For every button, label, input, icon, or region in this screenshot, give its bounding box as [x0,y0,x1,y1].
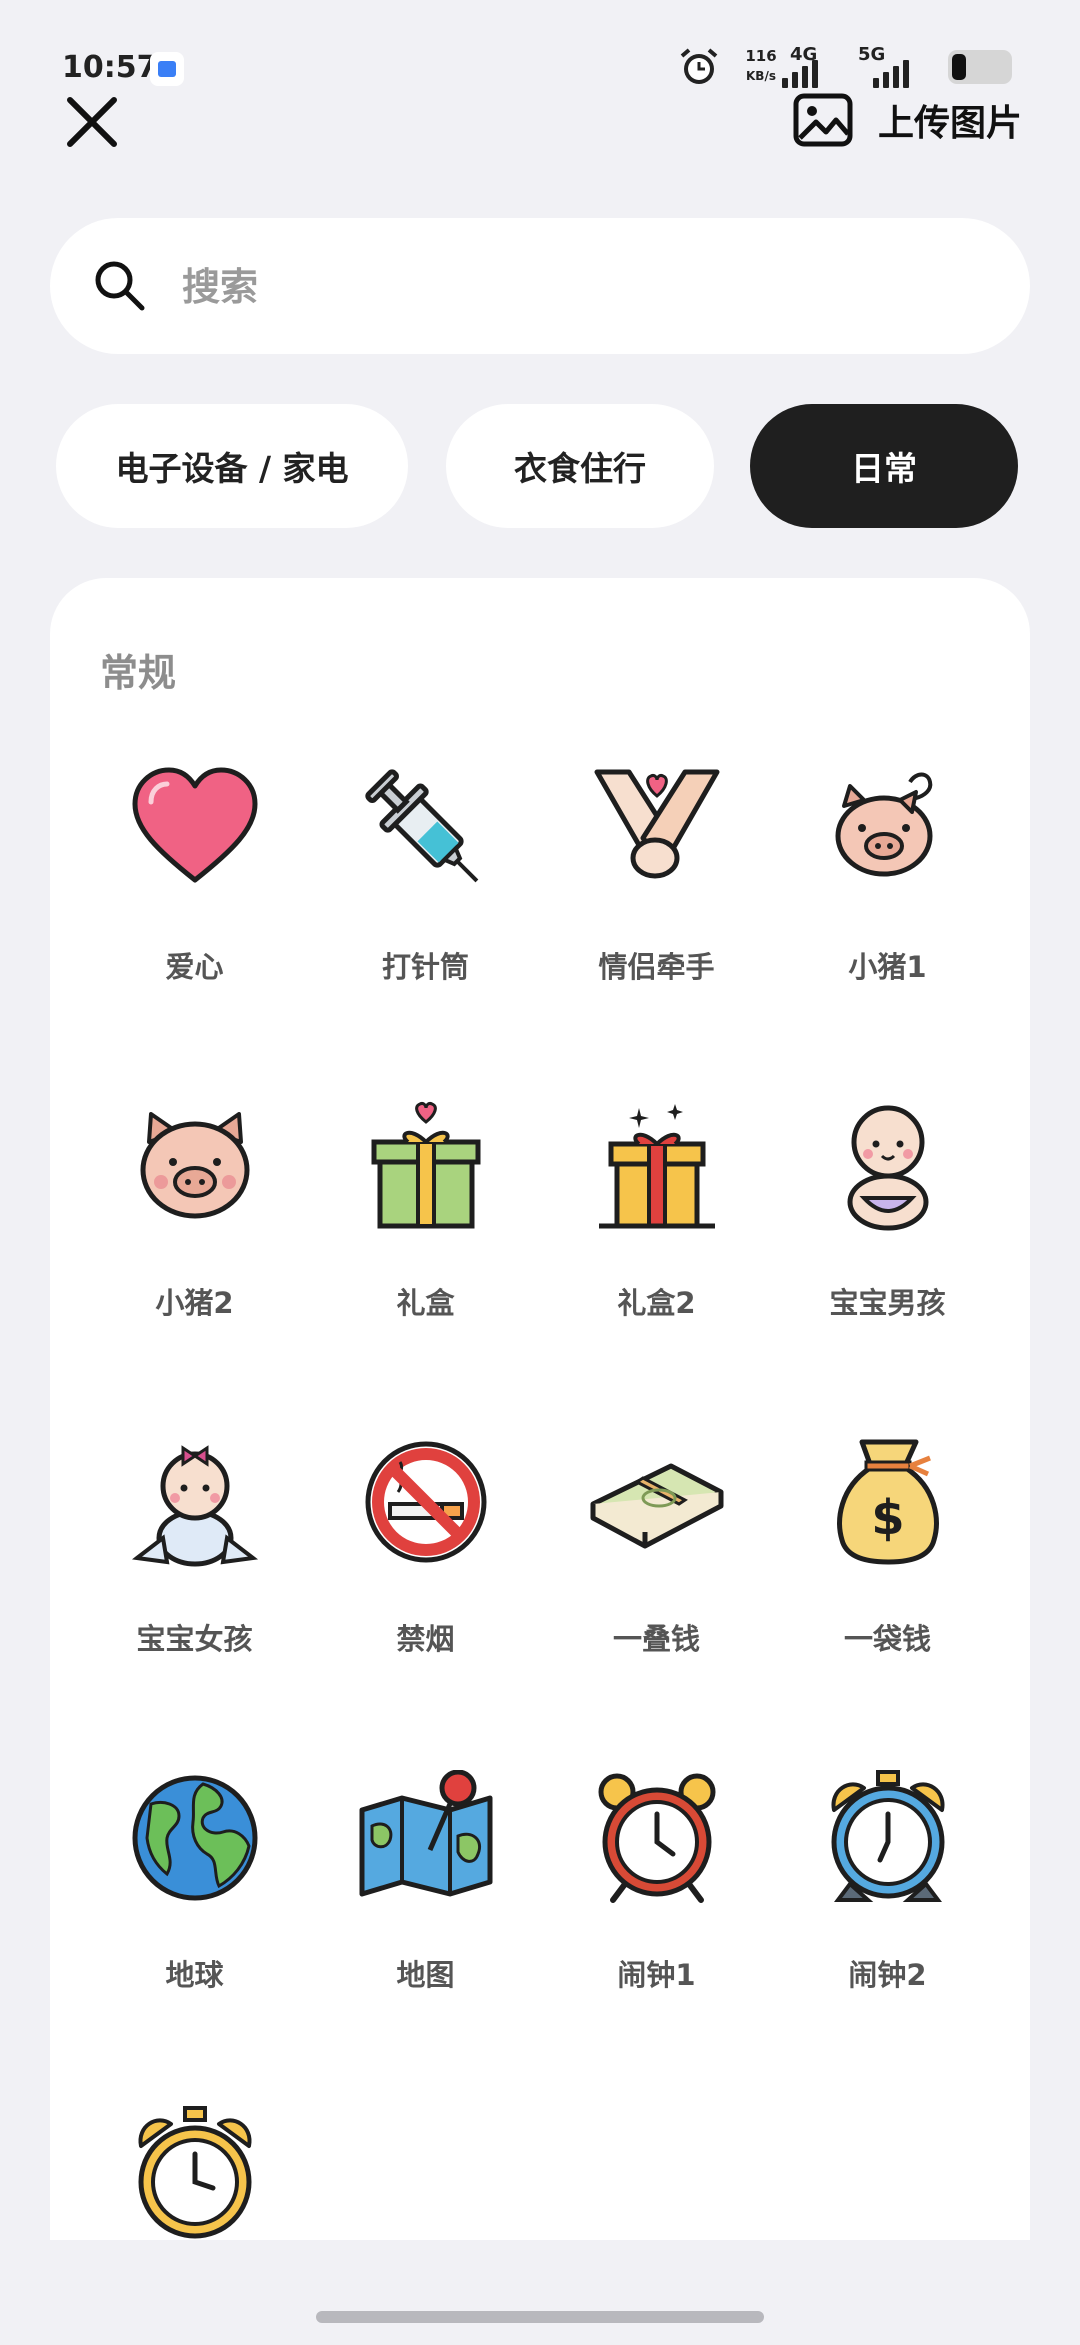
alarm-clock-2-icon [831,1770,944,1902]
search-bar[interactable] [50,218,1030,354]
icon-label: 小猪2 [155,1286,234,1320]
section-title: 常规 [100,651,177,695]
search-input[interactable] [180,248,1004,326]
tab-clothing-food[interactable]: 衣食住行 [446,404,714,528]
tab-daily[interactable]: 日常 [750,404,1018,528]
gift-box-icon [371,1102,480,1229]
notification-app-icon [150,52,184,86]
search-icon [95,261,145,311]
icon-item-gift[interactable]: 礼盒 [310,1098,541,1398]
icon-item-gift2[interactable]: 礼盒2 [541,1098,772,1398]
syringe-icon [364,769,478,883]
home-indicator[interactable] [316,2311,764,2323]
icon-label: 爱心 [165,950,224,984]
net-speed-value: 116 [745,47,777,65]
icon-item-baby-boy[interactable]: 宝宝男孩 [772,1098,1003,1398]
icon-label: 一袋钱 [843,1622,931,1656]
close-icon[interactable] [62,92,122,152]
upload-image-label: 上传图片 [877,103,1022,144]
tab-electronics[interactable]: 电子设备 / 家电 [56,404,408,528]
icon-item-baby-girl[interactable]: 宝宝女孩 [79,1434,310,1734]
heart-icon [132,767,257,883]
icon-label: 小猪1 [848,950,927,984]
icon-item-map[interactable]: 地图 [310,1770,541,2070]
icon-item-pig2[interactable]: 小猪2 [79,1098,310,1398]
net-speed: 116 KB/s [736,46,786,86]
icon-label: 地球 [165,1958,224,1992]
map-icon [359,1770,492,1897]
icon-label: 宝宝女孩 [136,1622,253,1656]
icon-item-no-smoking[interactable]: 禁烟 [310,1434,541,1734]
alarm-status-icon [680,48,718,84]
battery-icon [948,50,1012,84]
net-speed-unit: KB/s [746,69,776,83]
money-bag-icon: $ [836,1439,939,1565]
pig-icon [835,772,932,877]
upload-image-button[interactable]: 上传图片 [792,92,1022,148]
signal-bars-1 [782,58,818,88]
icon-item-money-bag[interactable]: $ 一袋钱 [772,1434,1003,1734]
icon-item-syringe[interactable]: 打针筒 [310,762,541,1062]
alarm-clock-icon [598,1773,715,1903]
icon-label: 一叠钱 [612,1622,700,1656]
icon-label: 礼盒 [396,1286,455,1320]
svg-text:$: $ [871,1490,904,1546]
status-time: 10:57 [62,50,158,85]
icon-item-pig1[interactable]: 小猪1 [772,762,1003,1062]
icon-label: 情侣牵手 [598,950,715,984]
icon-label: 闹钟1 [617,1958,696,1992]
icon-label: 闹钟2 [848,1958,927,1992]
cash-stack-icon [590,1463,723,1549]
icon-label: 宝宝男孩 [829,1286,946,1320]
icon-label: 打针筒 [381,950,469,984]
icon-panel: 常规 爱心 打针筒 情侣牵手 小猪1 小猪2 礼盒 礼盒2 宝宝男孩 宝宝女孩 … [50,578,1030,2240]
signal-bars-2 [858,58,909,88]
pig-face-icon [140,1112,249,1219]
no-smoking-icon [365,1441,486,1563]
alarm-clock-3-icon [138,2106,251,2239]
icon-item-alarm3[interactable] [79,2106,310,2240]
icon-label: 礼盒2 [617,1286,696,1320]
icon-item-cash-stack[interactable]: 一叠钱 [541,1434,772,1734]
globe-icon [132,1775,257,1901]
icon-label: 地图 [396,1958,455,1992]
gift-box-2-icon [598,1104,715,1229]
icon-item-alarm2[interactable]: 闹钟2 [772,1770,1003,2070]
image-icon [793,93,853,147]
icon-item-alarm1[interactable]: 闹钟1 [541,1770,772,2070]
icon-item-heart[interactable]: 爱心 [79,762,310,1062]
icon-item-holding-hands[interactable]: 情侣牵手 [541,762,772,1062]
baby-girl-icon [131,1445,258,1567]
baby-boy-icon [847,1105,928,1231]
holding-hands-icon [594,769,719,879]
icon-item-globe[interactable]: 地球 [79,1770,310,2070]
icon-label: 禁烟 [396,1622,455,1656]
